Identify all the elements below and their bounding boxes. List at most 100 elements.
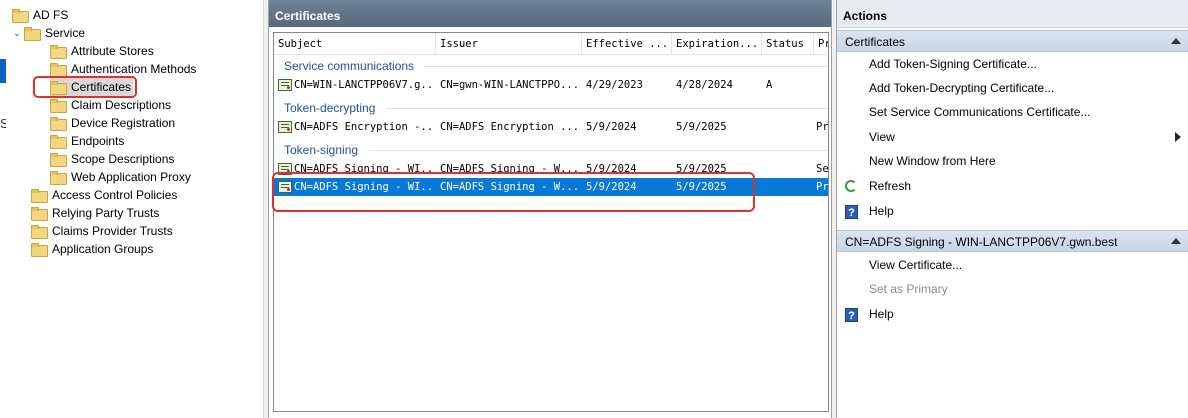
action-new-window-from-here[interactable]: New Window from Here (869, 151, 996, 171)
selected-row-highlight-annotation (272, 172, 755, 212)
folder-icon (31, 207, 48, 221)
actions-section-certificates[interactable]: Certificates (837, 30, 1188, 52)
submenu-arrow-icon (1175, 132, 1181, 142)
cell-status (766, 160, 812, 178)
action-refresh[interactable]: Refresh (869, 176, 911, 196)
tree-item-label: Claims Provider Trusts (52, 224, 173, 238)
cell-issuer: CN=ADFS Encryption ... (440, 121, 580, 133)
tree-item-attribute-stores[interactable]: Attribute Stores (50, 42, 154, 60)
certificates-highlight-annotation (33, 76, 137, 98)
action-add-token-signing-certificate[interactable]: Add Token-Signing Certificate... (869, 54, 1037, 74)
group-header-token-signing: Token-signing (284, 143, 359, 157)
certificates-list: Subject Issuer Effective ... Expiration.… (273, 32, 829, 412)
cell-primary: Pr (816, 121, 829, 133)
column-header-status[interactable]: Status (762, 33, 814, 55)
chevron-down-icon[interactable]: ⌄ (12, 28, 22, 39)
group-divider (370, 150, 828, 151)
actions-section-selected-certificate[interactable]: CN=ADFS Signing - WIN-LANCTPP06V7.gwn.be… (837, 230, 1188, 252)
tree-item-label: Device Registration (71, 116, 176, 130)
tree-item-label: Service (45, 26, 86, 40)
cell-effective: 5/9/2024 (586, 121, 637, 133)
column-header-issuer[interactable]: Issuer (436, 33, 582, 55)
column-header-primary[interactable]: Pr (814, 33, 828, 55)
tree-item-label: Web Application Proxy (71, 170, 191, 184)
certificate-icon (278, 79, 292, 91)
action-set-as-primary: Set as Primary (869, 282, 948, 296)
tree-item-application-groups[interactable]: Application Groups (31, 240, 153, 258)
tree-item-label: Claim Descriptions (71, 98, 172, 112)
cell-subject: CN=WIN-LANCTPP06V7.g... (294, 79, 434, 91)
pane-title: Certificates (269, 0, 831, 27)
action-view-certificate[interactable]: View Certificate... (869, 255, 962, 275)
cell-primary: Pr (816, 181, 829, 193)
tree-item-claims-provider-trusts[interactable]: Claims Provider Trusts (31, 222, 173, 240)
folder-icon (50, 99, 67, 113)
folder-icon (50, 153, 67, 167)
section-header-label: Certificates (845, 35, 906, 49)
table-row[interactable]: CN=ADFS Encryption -... CN=ADFS Encrypti… (274, 118, 829, 136)
folder-icon (50, 45, 67, 59)
column-header-subject[interactable]: Subject (274, 33, 436, 55)
folder-icon (24, 27, 41, 41)
actions-title: Actions (837, 0, 1188, 28)
cell-status (766, 118, 812, 136)
column-header-row: Subject Issuer Effective ... Expiration.… (274, 33, 828, 55)
collapse-arrow-icon[interactable] (1171, 238, 1181, 244)
folder-icon (50, 63, 67, 77)
action-view-label: View (869, 130, 895, 144)
cell-expiration: 4/28/2024 (676, 79, 733, 91)
section-header-label: CN=ADFS Signing - WIN-LANCTPP06V7.gwn.be… (845, 235, 1118, 249)
tree-item-claim-descriptions[interactable]: Claim Descriptions (50, 96, 171, 114)
folder-icon (31, 225, 48, 239)
tree-item-label: Access Control Policies (52, 188, 178, 202)
cell-effective: 4/29/2023 (586, 79, 643, 91)
tree-item-label: Relying Party Trusts (52, 206, 160, 220)
tree-item-access-control-policies[interactable]: Access Control Policies (31, 186, 177, 204)
column-header-effective[interactable]: Effective ... (582, 33, 672, 55)
cell-primary (816, 76, 828, 94)
group-divider (386, 108, 828, 109)
group-header-service-communications: Service communications (284, 59, 415, 73)
cell-status (766, 178, 812, 196)
cell-primary: Se (816, 163, 829, 175)
group-header-token-decrypting: Token-decrypting (284, 101, 376, 115)
folder-icon (50, 117, 67, 131)
tree-item-label: Application Groups (52, 242, 154, 256)
tree-item-scope-descriptions[interactable]: Scope Descriptions (50, 150, 174, 168)
help-icon: ? (845, 205, 858, 219)
tree-item-label: AD FS (33, 8, 69, 22)
folder-icon (31, 189, 48, 203)
action-set-service-communications-certificate[interactable]: Set Service Communications Certificate..… (869, 102, 1090, 122)
navigation-tree: AD FS ⌄ Service Attribute Stores Authent… (6, 0, 264, 418)
tree-item-service[interactable]: ⌄ Service (12, 24, 85, 42)
tree-item-label: Attribute Stores (71, 44, 154, 58)
cell-issuer: CN=gwn-WIN-LANCTPPO... (440, 79, 580, 91)
actions-pane: Actions Certificates Add Token-Signing C… (836, 0, 1188, 418)
tree-item-label: Endpoints (71, 134, 125, 148)
action-add-token-decrypting-certificate[interactable]: Add Token-Decrypting Certificate... (869, 78, 1054, 98)
table-row[interactable]: CN=WIN-LANCTPP06V7.g... CN=gwn-WIN-LANCT… (274, 76, 828, 94)
certificate-icon (278, 121, 292, 133)
tree-item-relying-party-trusts[interactable]: Relying Party Trusts (31, 204, 159, 222)
folder-icon (50, 171, 67, 185)
column-header-expiration[interactable]: Expiration... (672, 33, 762, 55)
help-icon: ? (845, 308, 858, 322)
folder-icon (12, 9, 29, 23)
tree-item-device-registration[interactable]: Device Registration (50, 114, 175, 132)
folder-icon (31, 243, 48, 257)
folder-icon (50, 135, 67, 149)
cell-subject: CN=ADFS Encryption -... (294, 121, 434, 133)
action-help[interactable]: Help (869, 201, 894, 221)
tree-item-endpoints[interactable]: Endpoints (50, 132, 124, 150)
cell-status: A (766, 79, 773, 91)
tree-item-web-application-proxy[interactable]: Web Application Proxy (50, 168, 191, 186)
collapse-arrow-icon[interactable] (1171, 38, 1181, 44)
group-divider (424, 66, 828, 67)
tree-item-label: Scope Descriptions (71, 152, 175, 166)
tree-item-ad-fs[interactable]: AD FS (12, 6, 68, 24)
cell-expiration: 5/9/2025 (676, 121, 727, 133)
action-help-selected[interactable]: Help (869, 304, 894, 324)
refresh-icon (845, 180, 857, 192)
tree-item-label: Authentication Methods (71, 62, 197, 76)
action-view[interactable]: View (869, 127, 1187, 147)
